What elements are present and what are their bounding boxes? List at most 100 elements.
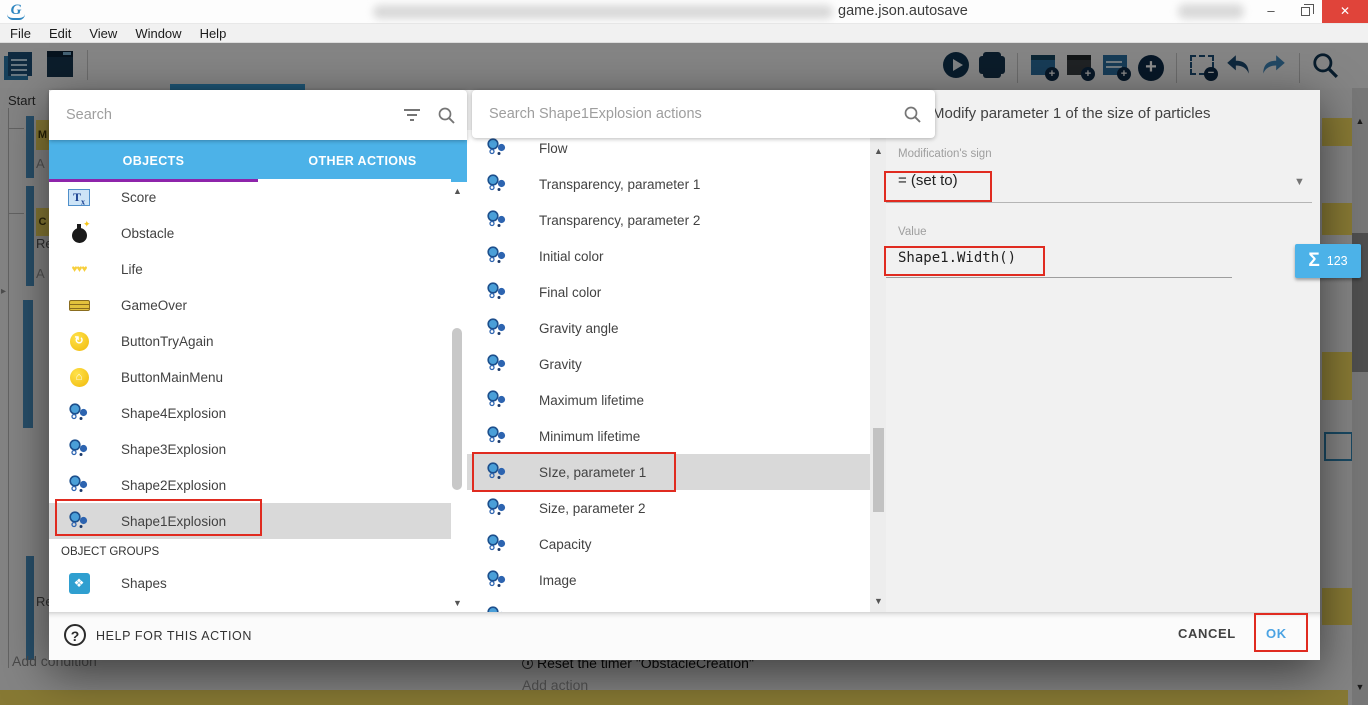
particle-emitter-icon [485,425,509,447]
particle-emitter-icon [485,533,509,555]
action-editor-panel: Modify parameter 1 of the size of partic… [886,90,1320,612]
particle-emitter-icon [485,461,509,483]
list-row[interactable]: Shape3Explosion [49,431,451,467]
bomb-icon [67,222,91,244]
panel-tabs: OBJECTS OTHER ACTIONS [49,140,467,182]
list-row[interactable]: SIze, parameter 1 [467,454,870,490]
objects-search-input[interactable] [49,107,395,123]
particle-emitter-icon [485,389,509,411]
menu-file[interactable]: File [8,26,33,41]
scroll-down-icon[interactable]: ▼ [874,596,883,606]
list-row[interactable]: Gravity [467,346,870,382]
list-row[interactable] [467,598,870,612]
cancel-button[interactable]: CANCEL [1178,626,1236,641]
list-row[interactable]: ⌂ ButtonMainMenu [49,359,451,395]
field-underline [886,202,1312,203]
help-icon: ? [64,624,86,646]
particle-emitter-icon [485,209,509,231]
actions-scroll-thumb[interactable] [873,428,884,512]
particle-emitter-icon [485,569,509,591]
tab-objects[interactable]: OBJECTS [49,140,258,182]
help-button[interactable]: HELP FOR THIS ACTION [96,629,252,643]
particle-emitter-icon [485,317,509,339]
list-row[interactable]: Shape4Explosion [49,395,451,431]
gdevelop-logo-icon: G [7,2,25,20]
objects-scroll-thumb[interactable] [452,328,462,490]
actions-search-card [472,90,935,138]
application-window: G game.json.autosave – ✕ File Edit View Win… [0,0,1368,705]
instruction-editor-dialog: OBJECTS OTHER ACTIONS Tx Score Obstacle … [49,90,1320,660]
list-row[interactable]: Minimum lifetime [467,418,870,454]
objects-search-card [49,90,467,140]
scroll-up-icon[interactable]: ▲ [453,186,462,196]
sigma-icon: Σ [1308,250,1319,272]
ok-button[interactable]: OK [1266,626,1287,641]
expression-builder-button[interactable]: Σ 123 [1295,244,1361,278]
list-row[interactable]: Size, parameter 2 [467,490,870,526]
objects-list: Tx Score Obstacle ♥♥♥ Life GameOver ↻ Bu… [49,179,451,601]
action-title: Modify parameter 1 of the size of partic… [932,105,1210,122]
menu-bar: File Edit View Window Help [0,24,1368,43]
particle-emitter-icon [485,245,509,267]
menu-edit[interactable]: Edit [47,26,73,41]
sign-select[interactable]: = (set to) [898,172,958,189]
actions-scrollbar[interactable]: ▲ ▼ [870,138,886,612]
particle-emitter-icon [485,605,509,612]
active-tab-indicator [49,179,258,182]
value-input[interactable]: Shape1.Width() [898,250,1016,266]
list-row[interactable]: GameOver [49,287,451,323]
actions-search-input[interactable] [472,106,895,122]
list-row[interactable]: Obstacle [49,215,451,251]
close-button[interactable]: ✕ [1322,0,1368,23]
particle-emitter-icon [67,438,91,460]
menu-help[interactable]: Help [198,26,229,41]
object-groups-header: OBJECT GROUPS [49,539,451,565]
particle-emitter-icon [67,510,91,532]
list-row[interactable]: Shape1Explosion [49,503,451,539]
list-row[interactable]: Tx Score [49,179,451,215]
particle-emitter-icon [485,497,509,519]
list-row[interactable]: Capacity [467,526,870,562]
particle-emitter-icon [485,173,509,195]
search-icon [429,98,463,132]
scroll-up-icon[interactable]: ▲ [874,146,883,156]
search-icon [895,97,929,131]
sign-field-label: Modification's sign [898,148,992,160]
window-title: game.json.autosave [838,3,968,19]
list-row[interactable]: Final color [467,274,870,310]
list-row[interactable]: Gravity angle [467,310,870,346]
particle-emitter-icon [67,474,91,496]
retry-button-icon: ↻ [67,330,91,352]
blurred-title-text [373,5,833,19]
menu-window[interactable]: Window [133,26,183,41]
maximize-button[interactable] [1290,0,1320,23]
dialog-footer: ? HELP FOR THIS ACTION CANCEL OK [49,612,1320,660]
list-row[interactable]: ↻ ButtonTryAgain [49,323,451,359]
home-button-icon: ⌂ [67,366,91,388]
actions-list: Flow Transparency, parameter 1 Transpare… [467,130,870,612]
list-row[interactable]: ♥♥♥ Life [49,251,451,287]
value-field-label: Value [898,226,927,238]
tab-other-actions[interactable]: OTHER ACTIONS [258,140,467,182]
filter-icon[interactable] [395,98,429,132]
scroll-down-icon[interactable]: ▼ [453,598,462,608]
list-row[interactable]: Transparency, parameter 2 [467,202,870,238]
list-row[interactable]: Transparency, parameter 1 [467,166,870,202]
list-row[interactable]: Shape2Explosion [49,467,451,503]
text-object-icon: Tx [67,186,91,208]
shapes-group-icon: ❖ [67,572,91,594]
particle-emitter-icon [485,137,509,159]
list-row[interactable]: ❖ Shapes [49,565,451,601]
title-bar: G game.json.autosave – ✕ [0,0,1368,24]
menu-view[interactable]: View [87,26,119,41]
list-row[interactable]: Image [467,562,870,598]
blurred-title-text [1178,4,1244,19]
hearts-icon: ♥♥♥ [67,258,91,280]
restore-icon [1301,7,1310,16]
particle-emitter-icon [485,353,509,375]
list-row[interactable]: Maximum lifetime [467,382,870,418]
list-row[interactable]: Initial color [467,238,870,274]
particle-emitter-icon [485,281,509,303]
minimize-button[interactable]: – [1256,0,1286,23]
chevron-down-icon[interactable]: ▼ [1294,176,1305,188]
